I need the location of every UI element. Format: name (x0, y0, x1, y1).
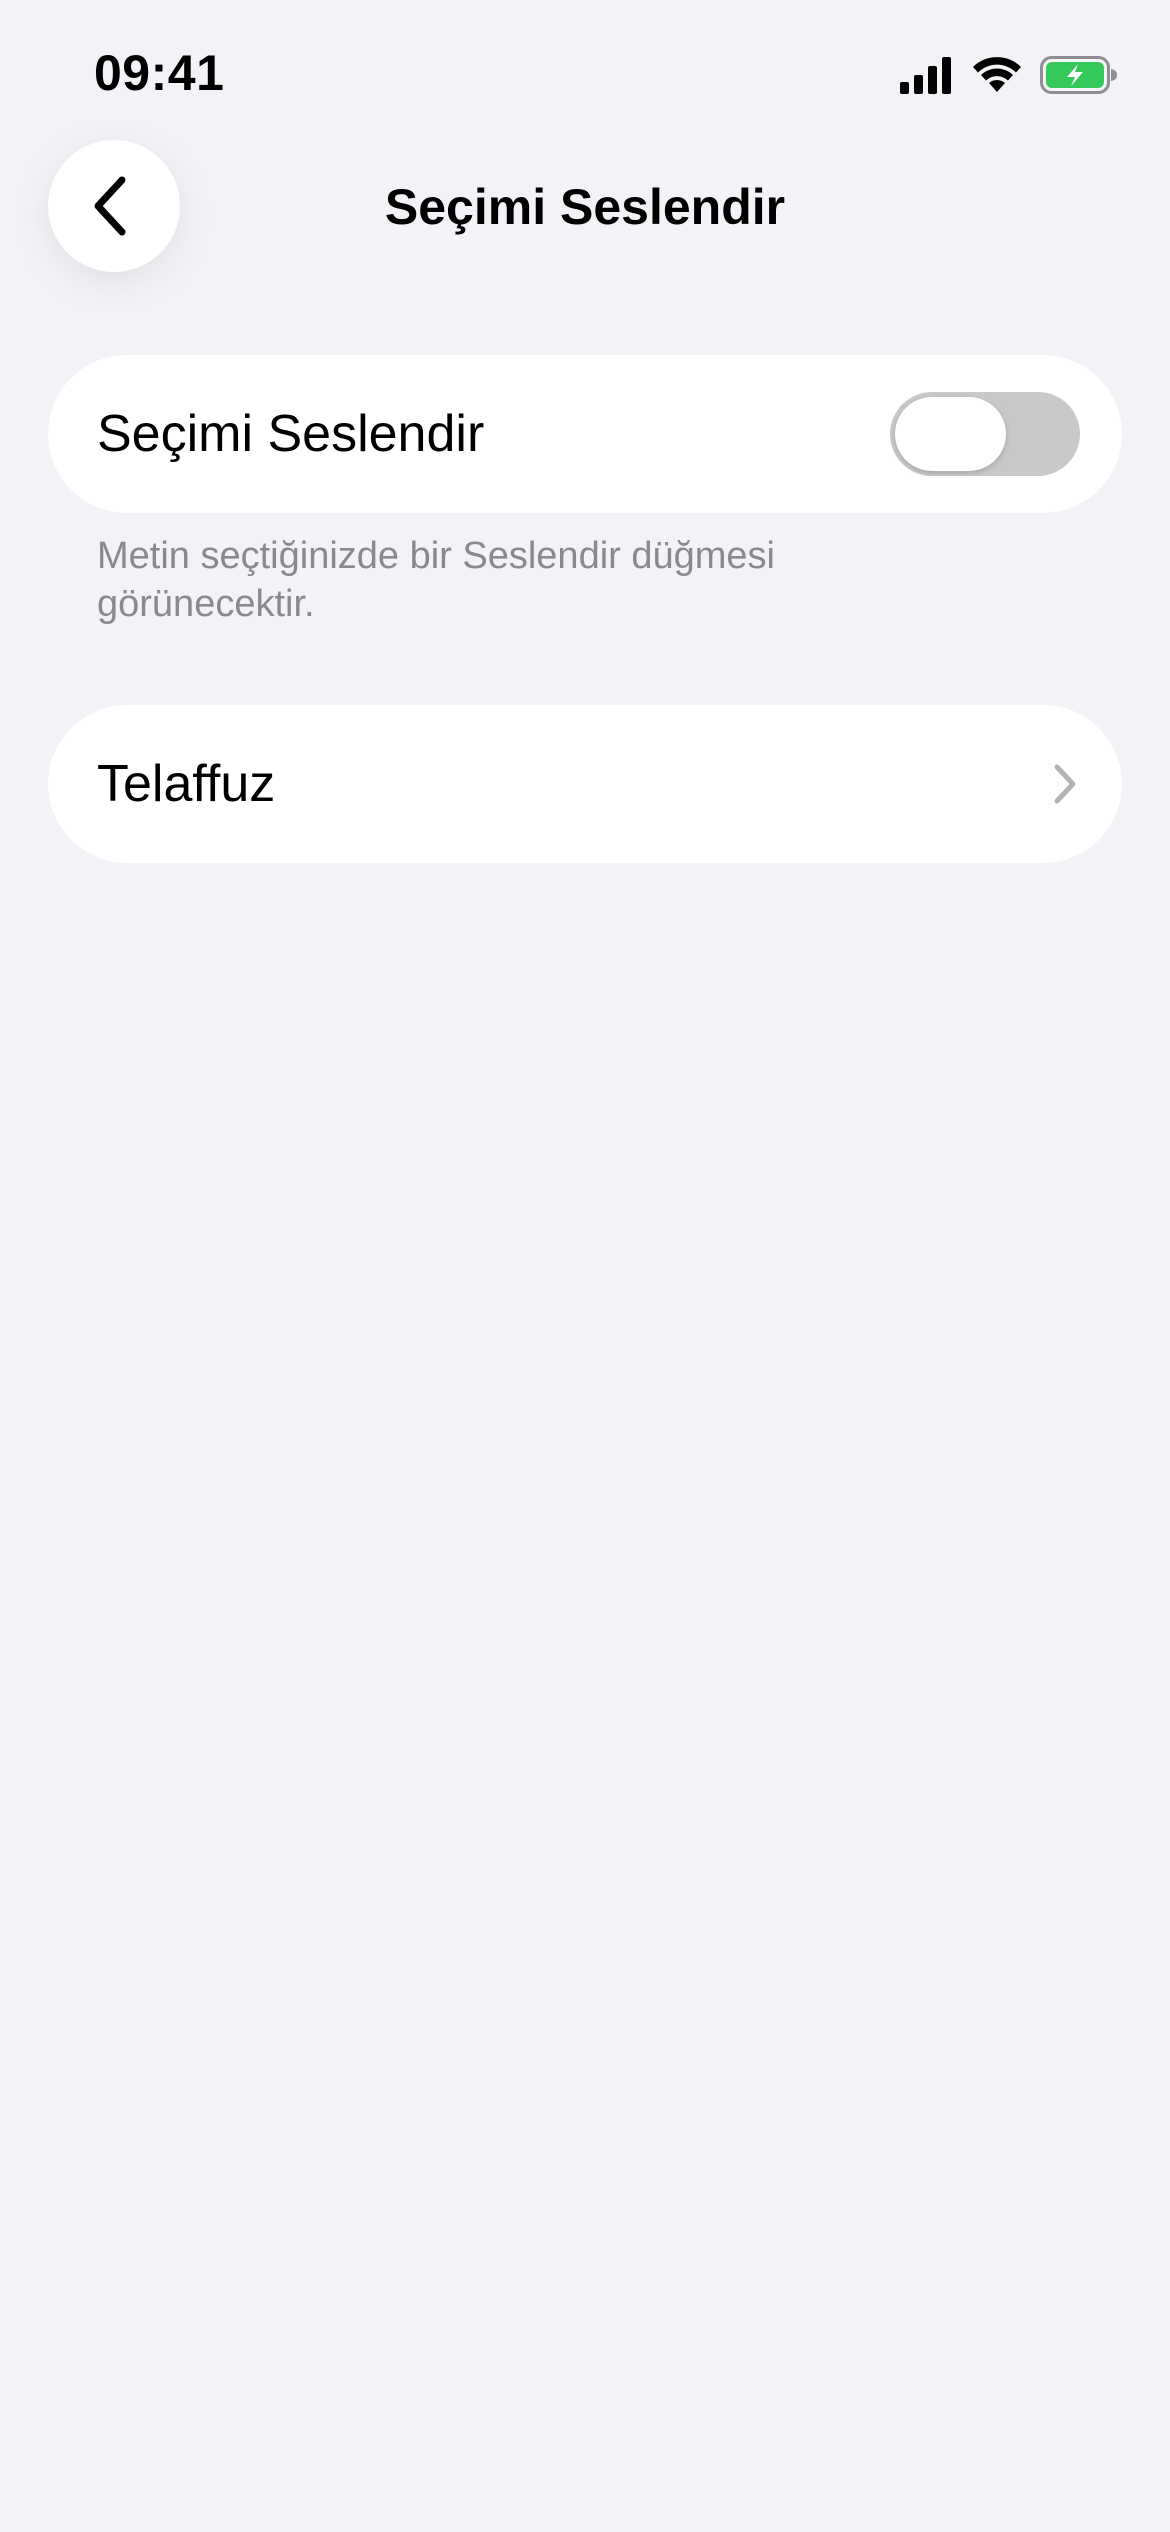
chevron-right-icon (1054, 764, 1076, 804)
page-title: Seçimi Seslendir (384, 179, 786, 235)
toggle-knob (895, 397, 1006, 471)
battery-charging-icon (1040, 56, 1117, 94)
wifi-icon (973, 57, 1021, 92)
status-bar: 09:41 (0, 0, 1170, 150)
speak-selection-label: Seçimi Seslendir (97, 405, 485, 463)
status-time: 09:41 (94, 45, 225, 101)
pronunciation-label: Telaffuz (97, 755, 276, 813)
speak-selection-row: Seçimi Seslendir (48, 355, 1122, 513)
pronunciation-row[interactable]: Telaffuz (48, 705, 1122, 863)
status-icons (900, 52, 1118, 98)
cellular-signal-icon (900, 57, 951, 94)
speak-selection-footnote: Metin seçtiğinizde bir Seslendir düğmesi… (97, 535, 775, 625)
speak-selection-toggle[interactable] (890, 392, 1080, 476)
